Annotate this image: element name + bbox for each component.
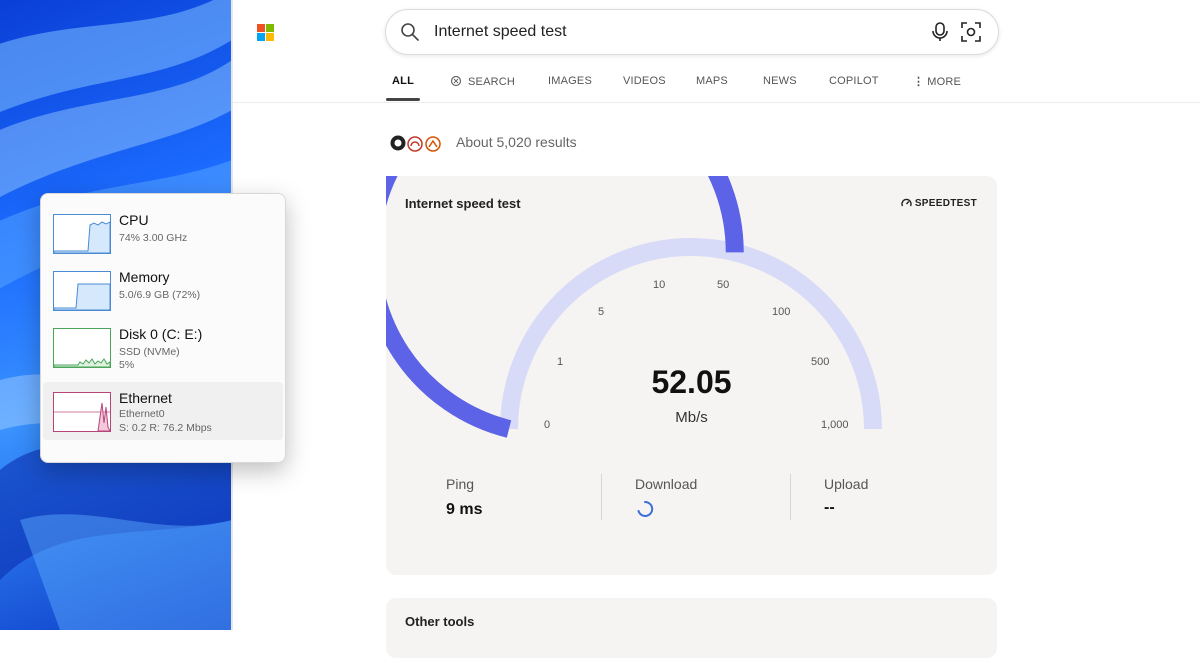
active-tab-indicator (386, 98, 420, 101)
cpu-graph (53, 214, 111, 254)
speedtest-card: Internet speed test SPEEDTEST 0 1 5 10 5… (386, 176, 997, 575)
tab-videos[interactable]: VIDEOS (623, 75, 666, 87)
more-vertical-icon: ⋮ (913, 76, 925, 88)
memory-name: Memory (119, 269, 170, 285)
tab-maps[interactable]: MAPS (696, 75, 728, 87)
results-count: About 5,020 results (456, 134, 577, 150)
disk-usage: 5% (119, 359, 135, 371)
tab-copilot[interactable]: COPILOT (829, 75, 879, 87)
upload-value: -- (824, 499, 835, 516)
ping-label: Ping (446, 476, 475, 492)
search-input[interactable]: Internet speed test (434, 23, 567, 41)
ethernet-adapter: Ethernet0 (119, 408, 165, 420)
speed-unit: Mb/s (675, 409, 708, 426)
cpu-name: CPU (119, 212, 149, 228)
disk-graph (53, 328, 111, 368)
gauge-tick-100: 100 (772, 306, 791, 318)
gauge-tick-10: 10 (653, 279, 666, 291)
microsoft-logo[interactable] (257, 24, 274, 41)
gauge-tick-50: 50 (717, 279, 730, 291)
task-manager-panel: CPU 74% 3.00 GHz Memory 5.0/6.9 GB (72%)… (40, 193, 286, 463)
speed-value: 52.05 (651, 364, 732, 400)
tab-news[interactable]: NEWS (763, 75, 797, 87)
copilot-search-icon (450, 75, 462, 87)
ping-value: 9 ms (446, 501, 483, 518)
loading-spinner-icon (637, 500, 654, 517)
tab-all[interactable]: ALL (392, 75, 414, 87)
ethernet-throughput: S: 0.2 R: 76.2 Mbps (119, 422, 212, 434)
ethernet-name: Ethernet (119, 390, 172, 406)
visual-search-icon[interactable] (960, 21, 982, 48)
tab-more[interactable]: ⋮ MORE (913, 75, 961, 88)
ethernet-graph (53, 392, 111, 432)
gauge-tick-5: 5 (598, 306, 605, 318)
tab-images[interactable]: IMAGES (548, 75, 592, 87)
task-manager-item-ethernet[interactable]: Ethernet Ethernet0 S: 0.2 R: 76.2 Mbps (43, 382, 283, 440)
tab-more-label: MORE (927, 76, 962, 88)
upload-label: Upload (824, 476, 869, 492)
disk-type: SSD (NVMe) (119, 346, 180, 358)
stat-divider (601, 474, 602, 520)
memory-graph (53, 271, 111, 311)
cpu-detail: 74% 3.00 GHz (119, 232, 188, 244)
task-manager-item-disk[interactable]: Disk 0 (C: E:) SSD (NVMe) 5% (43, 318, 283, 376)
microphone-icon[interactable] (930, 21, 950, 48)
header-divider (233, 102, 1200, 103)
tab-search-label: SEARCH (468, 76, 516, 88)
memory-detail: 5.0/6.9 GB (72%) (119, 289, 201, 301)
source-icons (390, 135, 441, 152)
search-bar[interactable]: Internet speed test (385, 9, 999, 55)
download-label: Download (635, 476, 698, 492)
stat-divider (790, 474, 791, 520)
other-tools-card: Other tools (386, 598, 997, 658)
tab-search[interactable]: SEARCH (450, 75, 515, 88)
other-tools-title: Other tools (405, 614, 475, 629)
search-icon[interactable] (400, 22, 420, 47)
task-manager-item-cpu[interactable]: CPU 74% 3.00 GHz (43, 204, 283, 262)
task-manager-item-memory[interactable]: Memory 5.0/6.9 GB (72%) (43, 261, 283, 319)
disk-name: Disk 0 (C: E:) (119, 326, 203, 342)
gauge-track (500, 238, 882, 430)
